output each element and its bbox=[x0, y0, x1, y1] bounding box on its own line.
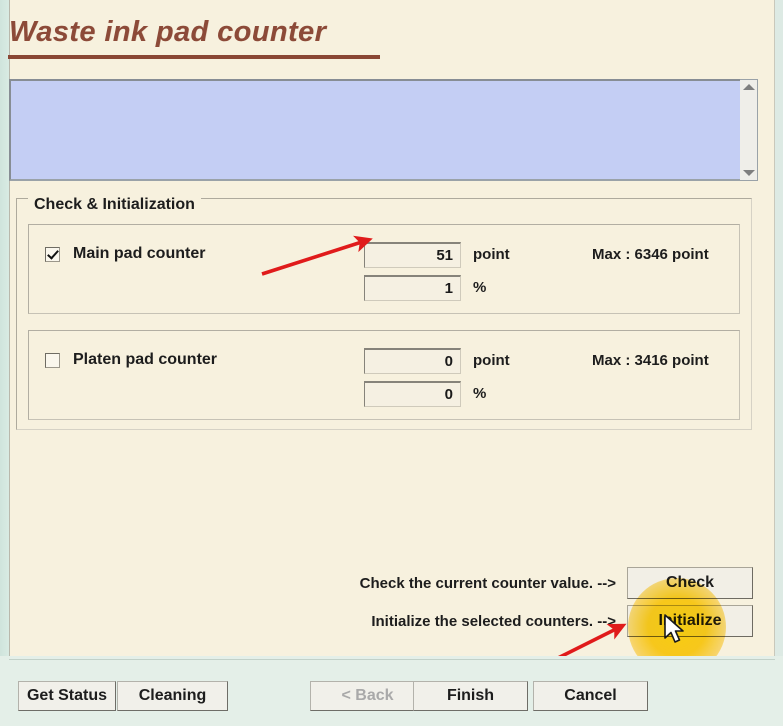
check-button[interactable]: Check bbox=[627, 567, 753, 599]
main-pad-checkbox-row[interactable]: Main pad counter bbox=[45, 245, 205, 263]
cancel-button[interactable]: Cancel bbox=[533, 681, 648, 711]
window-left-edge bbox=[0, 0, 9, 726]
log-textarea[interactable] bbox=[9, 79, 749, 181]
unit-platen-pad-percent: % bbox=[473, 385, 487, 402]
finish-button[interactable]: Finish bbox=[413, 681, 528, 711]
check-prompt-label: Check the current counter value. --> bbox=[359, 575, 616, 592]
page-title: Waste ink pad counter bbox=[9, 16, 327, 48]
label-platen-pad: Platen pad counter bbox=[73, 351, 218, 368]
title-underline bbox=[8, 55, 380, 59]
window-right-edge bbox=[775, 0, 783, 726]
label-main-pad: Main pad counter bbox=[73, 245, 206, 262]
checkbox-main-pad[interactable] bbox=[45, 246, 60, 262]
checkbox-platen-pad[interactable] bbox=[45, 352, 60, 368]
counter-row-platen: Platen pad counter 0 point 0 % Max : 341… bbox=[28, 330, 740, 420]
waste-ink-pad-counter-window: Waste ink pad counter Check & Initializa… bbox=[0, 0, 783, 726]
platen-pad-checkbox-row[interactable]: Platen pad counter bbox=[45, 351, 217, 369]
unit-platen-pad-point: point bbox=[473, 352, 510, 369]
field-platen-pad-point[interactable]: 0 bbox=[364, 348, 461, 374]
cleaning-button[interactable]: Cleaning bbox=[117, 681, 228, 711]
counter-row-main: Main pad counter 51 point 1 % Max : 6346… bbox=[28, 224, 740, 314]
groupbox-title: Check & Initialization bbox=[28, 196, 201, 214]
bottom-divider bbox=[9, 659, 775, 660]
field-platen-pad-percent[interactable]: 0 bbox=[364, 381, 461, 407]
scroll-down-arrow-icon[interactable] bbox=[742, 170, 755, 176]
field-main-pad-percent[interactable]: 1 bbox=[364, 275, 461, 301]
back-button: < Back bbox=[310, 681, 425, 711]
field-main-pad-point[interactable]: 51 bbox=[364, 242, 461, 268]
max-label-platen-pad: Max : 3416 point bbox=[592, 352, 709, 369]
get-status-button[interactable]: Get Status bbox=[18, 681, 116, 711]
initialize-button[interactable]: Initialize bbox=[627, 605, 753, 637]
scroll-up-arrow-icon[interactable] bbox=[742, 84, 755, 90]
unit-main-pad-percent: % bbox=[473, 279, 487, 296]
max-label-main-pad: Max : 6346 point bbox=[592, 246, 709, 263]
log-scrollbar[interactable] bbox=[740, 79, 758, 181]
initialize-prompt-label: Initialize the selected counters. --> bbox=[371, 613, 616, 630]
unit-main-pad-point: point bbox=[473, 246, 510, 263]
